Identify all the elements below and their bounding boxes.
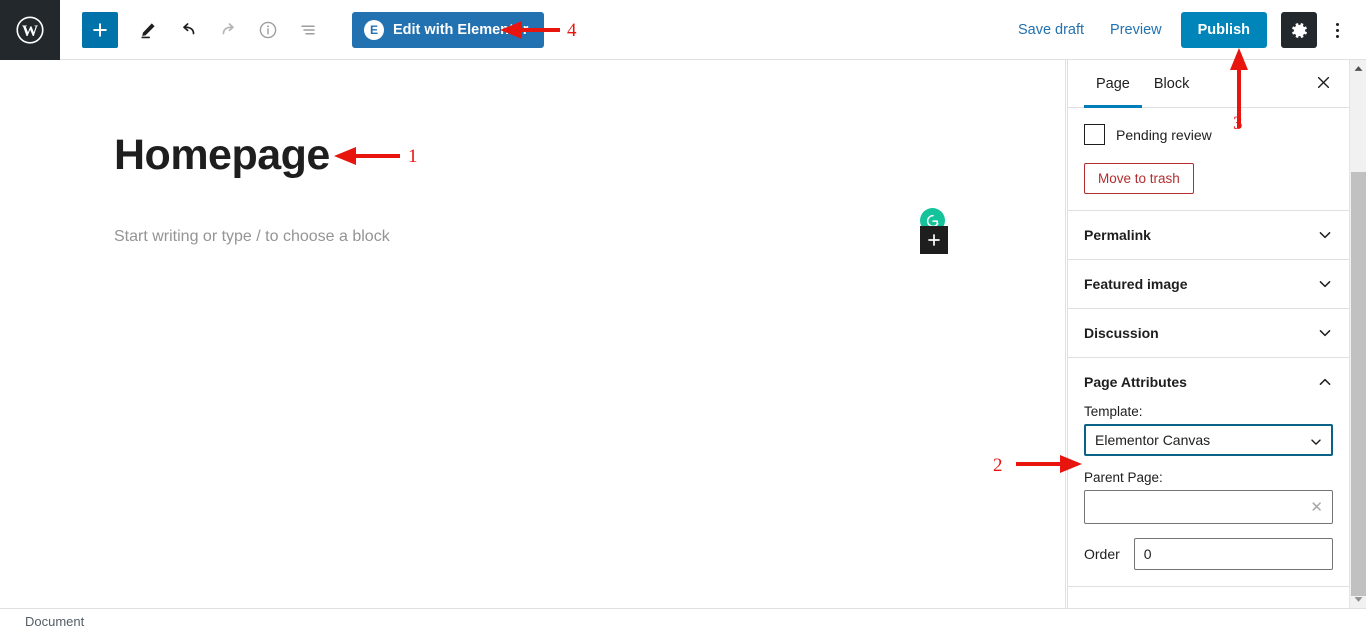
plus-icon — [93, 22, 107, 37]
editor-top-bar: W E Edit with Elementor Save draft Previ… — [0, 0, 1366, 60]
redo-arrow-icon — [222, 23, 234, 35]
chevron-up-icon — [1319, 378, 1331, 385]
order-value: 0 — [1143, 546, 1152, 562]
edit-with-elementor-button[interactable]: E Edit with Elementor — [352, 11, 545, 48]
kebab-dot — [1335, 28, 1339, 32]
tab-page[interactable]: Page — [1084, 60, 1142, 108]
redo-button[interactable] — [210, 12, 246, 48]
pending-review-checkbox[interactable] — [1084, 124, 1105, 145]
undo-arrow-icon — [182, 23, 194, 35]
order-input[interactable]: 0 — [1133, 538, 1333, 570]
annotation-number-4: 4 — [567, 20, 577, 41]
publish-button[interactable]: Publish — [1180, 12, 1267, 48]
top-bar-actions: Save draft Preview Publish — [1005, 0, 1352, 60]
block-inserter-button[interactable] — [920, 226, 948, 254]
panel-permalink-header[interactable]: Permalink — [1084, 227, 1333, 243]
editor-canvas[interactable]: Homepage Start writing or type / to choo… — [0, 60, 1066, 608]
pencil-icon — [141, 22, 155, 38]
svg-text:W: W — [22, 21, 38, 39]
info-circle-icon — [259, 21, 277, 38]
panel-permalink-title: Permalink — [1084, 227, 1151, 243]
panel-page-attributes: Page Attributes Template: Elementor Canv… — [1068, 358, 1349, 587]
chevron-down-icon — [1319, 232, 1331, 239]
more-options-button[interactable] — [1322, 12, 1352, 48]
kebab-dot — [1335, 34, 1339, 38]
close-icon — [1317, 76, 1329, 88]
chevron-down-icon — [1319, 330, 1331, 337]
pending-review-label: Pending review — [1116, 126, 1212, 143]
panel-featured-image[interactable]: Featured image — [1068, 260, 1349, 309]
panel-discussion-header[interactable]: Discussion — [1084, 325, 1333, 341]
panel-permalink[interactable]: Permalink — [1068, 211, 1349, 260]
template-label: Template: — [1084, 404, 1143, 419]
parent-page-input[interactable]: ✕ — [1084, 490, 1333, 524]
panel-discussion-title: Discussion — [1084, 325, 1159, 341]
annotation-number-3: 3 — [1233, 113, 1243, 134]
tab-block[interactable]: Block — [1142, 60, 1201, 108]
panel-featured-image-header[interactable]: Featured image — [1084, 276, 1333, 292]
sidebar-tabs: Page Block — [1068, 60, 1349, 108]
post-title[interactable]: Homepage — [114, 134, 330, 177]
edit-with-elementor-label: Edit with Elementor — [393, 21, 529, 38]
elementor-badge-icon: E — [364, 19, 384, 40]
settings-button[interactable] — [1281, 12, 1317, 48]
move-to-trash-button[interactable]: Move to trash — [1084, 163, 1194, 194]
edit-tool-button[interactable] — [130, 12, 166, 48]
scroll-down-arrow-icon[interactable] — [1350, 591, 1366, 608]
scroll-up-arrow-icon[interactable] — [1350, 60, 1366, 77]
order-label: Order — [1084, 546, 1120, 562]
pending-review-row[interactable]: Pending review — [1084, 124, 1333, 145]
kebab-dot — [1335, 22, 1339, 26]
sidebar-scrollbar[interactable] — [1349, 60, 1366, 608]
clear-x-icon[interactable]: ✕ — [1310, 500, 1323, 515]
details-button[interactable] — [250, 12, 286, 48]
parent-page-label: Parent Page: — [1084, 470, 1163, 485]
plus-icon — [928, 234, 940, 246]
chevron-down-icon — [1319, 281, 1331, 288]
undo-button[interactable] — [170, 12, 206, 48]
breadcrumb[interactable]: Document — [25, 614, 84, 629]
gear-icon — [1291, 22, 1307, 38]
status-panel: Pending review Move to trash — [1068, 108, 1349, 211]
annotation-number-2: 2 — [993, 455, 1003, 476]
annotation-number-1: 1 — [408, 146, 418, 167]
editor-toolbar: E Edit with Elementor — [60, 11, 545, 48]
template-selected-value: Elementor Canvas — [1095, 432, 1211, 448]
template-select[interactable]: Elementor Canvas — [1084, 424, 1333, 456]
list-view-icon — [301, 24, 315, 35]
panel-page-attributes-title: Page Attributes — [1084, 374, 1187, 390]
scrollbar-thumb[interactable] — [1351, 172, 1366, 596]
order-row: Order 0 — [1084, 538, 1333, 570]
list-view-button[interactable] — [290, 12, 326, 48]
panel-featured-image-title: Featured image — [1084, 276, 1188, 292]
add-block-button[interactable] — [82, 11, 118, 48]
panel-page-attributes-header[interactable]: Page Attributes — [1084, 374, 1333, 390]
settings-sidebar: Page Block Pending review Move to trash … — [1067, 60, 1349, 608]
wordpress-logo[interactable]: W — [0, 0, 60, 60]
panel-discussion[interactable]: Discussion — [1068, 309, 1349, 358]
save-draft-button[interactable]: Save draft — [1005, 14, 1097, 46]
chevron-down-icon — [1311, 439, 1321, 445]
editor-status-bar: Document — [0, 608, 1366, 633]
preview-button[interactable]: Preview — [1097, 14, 1175, 46]
close-sidebar-button[interactable] — [1311, 72, 1335, 96]
block-placeholder-text[interactable]: Start writing or type / to choose a bloc… — [114, 228, 390, 246]
wordpress-block-editor: W E Edit with Elementor Save draft Previ… — [0, 0, 1366, 633]
